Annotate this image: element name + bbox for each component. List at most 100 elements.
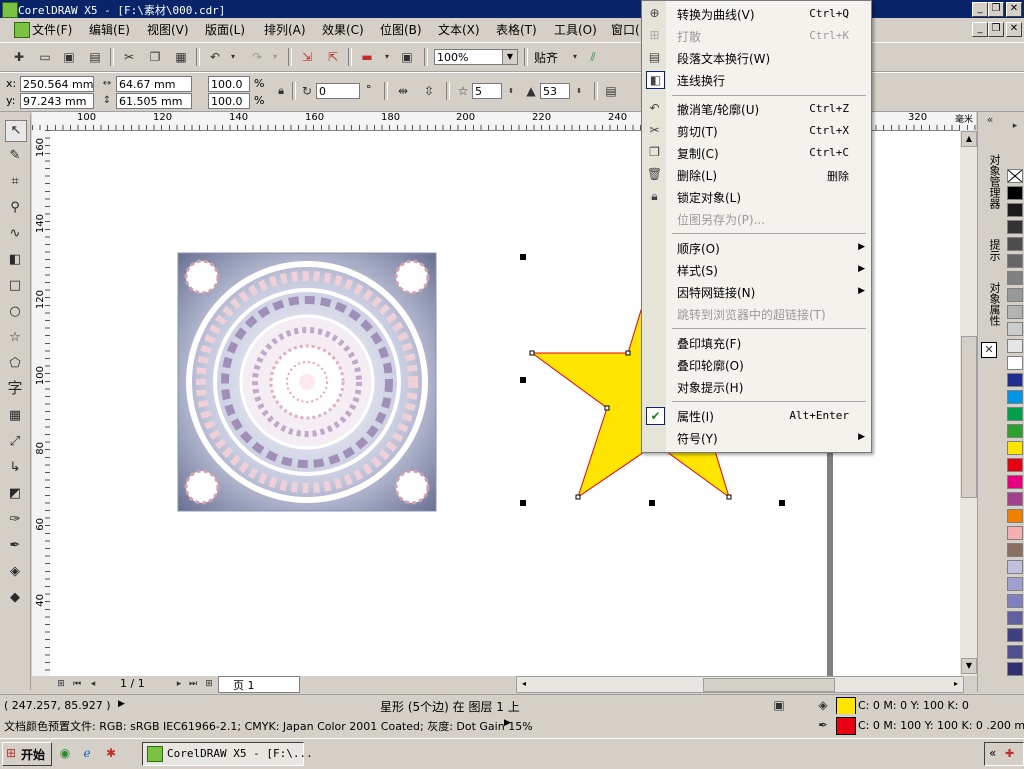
menu-delete[interactable]: 删除(L) <box>677 167 717 184</box>
color-swatch[interactable] <box>1007 288 1023 302</box>
docker-tab-hints[interactable]: 提示 <box>980 230 1001 270</box>
scale-width-input[interactable]: 100.0 <box>208 76 250 92</box>
color-swatch[interactable] <box>1007 628 1023 642</box>
zoom-dropdown-icon[interactable]: ▼ <box>502 50 517 64</box>
menu-edit[interactable]: 编辑(E) <box>89 21 130 38</box>
coreldraw-app-icon[interactable] <box>2 2 18 18</box>
color-swatch[interactable] <box>1007 475 1023 489</box>
color-swatch[interactable] <box>1007 271 1023 285</box>
vertical-ruler[interactable]: 160 140 120 100 80 60 40 <box>32 130 51 678</box>
menu-internet-link[interactable]: 因特网链接(N) <box>677 284 755 301</box>
snap-to-label[interactable]: 贴齐 <box>534 49 558 66</box>
selection-handle[interactable] <box>520 500 526 506</box>
fill-tool-icon[interactable]: ◈ <box>5 562 25 582</box>
hscroll-thumb[interactable] <box>703 678 835 692</box>
no-color-swatch[interactable] <box>1007 169 1023 183</box>
color-swatch[interactable] <box>1007 662 1023 676</box>
export-icon[interactable]: ⇱ <box>324 49 342 65</box>
interactive-blend-tool-icon[interactable]: ◩ <box>5 484 25 504</box>
menu-overprint-outline[interactable]: 叠印轮廓(O) <box>677 357 744 374</box>
color-swatch[interactable] <box>1007 560 1023 574</box>
scroll-up-icon[interactable]: ▲ <box>961 131 977 147</box>
start-button[interactable]: ⊞ 开始 <box>2 742 52 766</box>
menu-layout[interactable]: 版面(L) <box>205 21 245 38</box>
zoom-level-select[interactable]: 100% ▼ <box>434 49 518 65</box>
menu-tools[interactable]: 工具(O) <box>554 21 597 38</box>
menu-lock-object[interactable]: 锁定对象(L) <box>677 189 741 206</box>
coords-menu-icon[interactable]: ▶ <box>118 699 125 709</box>
menu-jump-to-hyperlink[interactable]: 跳转到浏览器中的超链接(T) <box>677 306 826 323</box>
color-swatch[interactable] <box>1007 339 1023 353</box>
restore-button[interactable]: ❐ <box>988 2 1004 17</box>
profile-menu-icon[interactable]: ▶ <box>504 718 511 728</box>
welcome-screen-icon[interactable]: ▣ <box>398 49 416 65</box>
scroll-down-icon[interactable]: ▼ <box>961 658 977 674</box>
color-swatch[interactable] <box>1007 373 1023 387</box>
menu-view[interactable]: 视图(V) <box>147 21 189 38</box>
copy-icon[interactable]: ❐ <box>146 49 164 65</box>
undo-dropdown-icon[interactable]: ▾ <box>224 49 242 65</box>
tray-app-icon[interactable]: ✚ <box>1005 747 1014 760</box>
menu-properties[interactable]: 属性(I) <box>677 408 714 425</box>
freehand-tool-icon[interactable]: ∿ <box>5 224 25 244</box>
new-icon[interactable]: ✚ <box>10 49 28 65</box>
open-icon[interactable]: ▭ <box>36 49 54 65</box>
rotation-angle-input[interactable]: 0 <box>316 83 360 99</box>
polygon-tool-icon[interactable]: ☆ <box>5 328 25 348</box>
redo-icon[interactable]: ↷ <box>248 49 266 65</box>
interactive-fill-tool-icon[interactable]: ◆ <box>5 588 25 608</box>
print-icon[interactable]: ▤ <box>86 49 104 65</box>
basic-shapes-tool-icon[interactable]: ⬠ <box>5 354 25 374</box>
color-swatch[interactable] <box>1007 458 1023 472</box>
pick-tool-icon[interactable]: ↖ <box>5 120 27 142</box>
menu-order[interactable]: 顺序(O) <box>677 240 720 257</box>
color-swatch[interactable] <box>1007 390 1023 404</box>
launcher-dropdown-icon[interactable]: ▾ <box>378 49 396 65</box>
page-tab[interactable]: 页 1 <box>218 676 300 693</box>
star-sharpness-input[interactable]: 53 <box>540 83 570 99</box>
color-swatch[interactable] <box>1007 611 1023 625</box>
menu-undo-outline[interactable]: 撤消笔/轮廓(U) <box>677 101 759 118</box>
menu-cut[interactable]: 剪切(T) <box>677 123 718 140</box>
cut-icon[interactable]: ✂ <box>120 49 138 65</box>
doc-close-button[interactable]: ✕ <box>1006 22 1022 37</box>
close-docker-icon[interactable]: ✕ <box>981 342 997 358</box>
menu-wrap-line[interactable]: 连线换行 <box>677 72 725 89</box>
menu-bitmaps[interactable]: 位图(B) <box>380 21 422 38</box>
mirror-vertical-icon[interactable]: ⇳ <box>420 83 438 99</box>
color-swatch[interactable] <box>1007 237 1023 251</box>
text-tool-icon[interactable]: 字 <box>5 378 25 398</box>
color-swatch[interactable] <box>1007 305 1023 319</box>
dynamic-guides-icon[interactable]: ⫽ <box>584 49 602 65</box>
outline-pen-tool-icon[interactable]: ✒ <box>5 536 25 556</box>
snap-dropdown-icon[interactable]: ▾ <box>566 49 584 65</box>
save-icon[interactable]: ▣ <box>60 49 78 65</box>
smart-fill-tool-icon[interactable]: ◧ <box>5 250 25 270</box>
redo-dropdown-icon[interactable]: ▾ <box>266 49 284 65</box>
paste-icon[interactable]: ▦ <box>172 49 190 65</box>
menu-window[interactable]: 窗口( <box>611 21 640 38</box>
menu-table[interactable]: 表格(T) <box>496 21 537 38</box>
color-proofing-icon[interactable]: ▣ <box>770 697 788 713</box>
doc-minimize-button[interactable]: _ <box>972 22 988 37</box>
scale-height-input[interactable]: 100.0 <box>208 93 250 109</box>
x-position-input[interactable]: 250.564 mm <box>20 76 94 92</box>
quicklaunch-chrome-icon[interactable]: ◉ <box>56 745 74 761</box>
doc-restore-button[interactable]: ❐ <box>988 22 1004 37</box>
color-swatch[interactable] <box>1007 645 1023 659</box>
ellipse-tool-icon[interactable]: ○ <box>5 302 25 322</box>
menu-paragraph-text-wrap[interactable]: 段落文本换行(W) <box>677 50 770 67</box>
color-swatch[interactable] <box>1007 203 1023 217</box>
color-swatch[interactable] <box>1007 543 1023 557</box>
mirror-horizontal-icon[interactable]: ⇹ <box>394 83 412 99</box>
taskbar-coreldraw-task[interactable]: CorelDRAW X5 - [F:\... <box>142 742 313 766</box>
color-swatch[interactable] <box>1007 526 1023 540</box>
menu-break-apart[interactable]: 打散 <box>677 28 701 45</box>
color-swatch[interactable] <box>1007 577 1023 591</box>
add-page-after-icon[interactable]: ⊞ <box>200 676 218 692</box>
docker-tab-object-properties[interactable]: 对象属性 <box>980 274 1001 334</box>
connector-tool-icon[interactable]: ↳ <box>5 458 25 478</box>
lock-ratio-icon[interactable]: 🔒︎ <box>272 83 290 99</box>
color-swatch[interactable] <box>1007 322 1023 336</box>
menu-object-hints[interactable]: 对象提示(H) <box>677 379 743 396</box>
